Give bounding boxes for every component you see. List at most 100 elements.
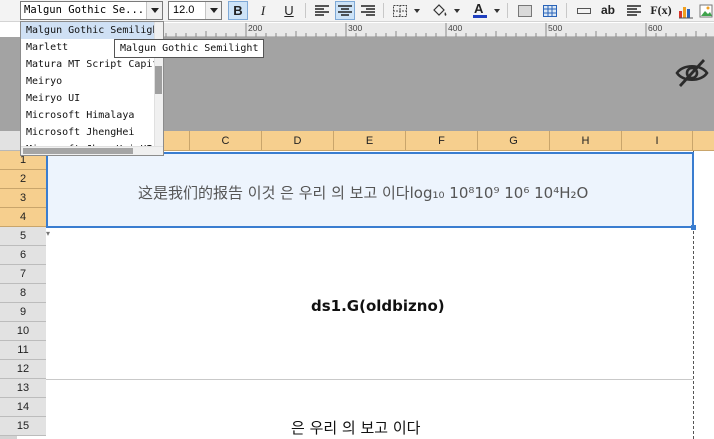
dropdown-horizontal-scrollbar[interactable] xyxy=(21,146,163,155)
font-family-value: Malgun Gothic Se... xyxy=(24,4,144,16)
bold-button[interactable]: B xyxy=(228,1,248,20)
image-button[interactable] xyxy=(698,1,714,20)
toolbar-separator xyxy=(383,3,384,18)
border-dropdown-arrow[interactable] xyxy=(414,9,420,13)
font-option[interactable]: Meiryo UI xyxy=(21,90,155,107)
bottom-cell-text[interactable]: 은 우리 의 보고 이다 xyxy=(291,417,420,438)
fill-color-icon xyxy=(433,4,447,16)
row-number: 5 xyxy=(19,230,27,242)
column-header-c[interactable]: C xyxy=(190,131,262,151)
eye-slash-icon[interactable] xyxy=(674,57,710,89)
formula-button[interactable]: F(x) xyxy=(650,1,672,20)
column-header-f[interactable]: F xyxy=(406,131,478,151)
row-number: 4 xyxy=(19,211,27,223)
title-cell[interactable]: 这是我们的报告 이것 은 우리 의 보고 이다log₁₀ 10⁸10⁹ 10⁶ … xyxy=(46,152,694,228)
column-header-i[interactable]: I xyxy=(622,131,693,151)
row-number: 11 xyxy=(17,344,29,356)
row-header[interactable]: 9 xyxy=(0,303,46,322)
toolbar-separator xyxy=(566,3,567,18)
font-size-combo[interactable]: 12.0 xyxy=(168,1,222,20)
font-color-button[interactable]: A xyxy=(470,1,490,20)
ruler-label: 600 xyxy=(648,23,663,33)
row-header[interactable]: 4 xyxy=(0,208,46,227)
border-button[interactable] xyxy=(390,1,410,20)
merge-cells-button[interactable] xyxy=(515,1,535,20)
column-header-d[interactable]: D xyxy=(262,131,334,151)
paragraph-button[interactable] xyxy=(624,1,644,20)
formula-icon: F(x) xyxy=(650,3,672,17)
row-number: 6 xyxy=(19,249,27,261)
ruler-label: 300 xyxy=(348,23,363,33)
column-header-e[interactable]: E xyxy=(334,131,406,151)
anchor-marker: ▾ xyxy=(46,229,51,238)
chart-button[interactable] xyxy=(676,1,696,20)
ruler-label: 400 xyxy=(448,23,463,33)
selection-resize-handle[interactable] xyxy=(691,225,696,230)
row-header[interactable]: 8 xyxy=(0,284,46,303)
row-header[interactable]: 7 xyxy=(0,265,46,284)
row-number: 7 xyxy=(19,268,27,280)
title-cell-text: 这是我们的报告 이것 은 우리 의 보고 이다log₁₀ 10⁸10⁹ 10⁶ … xyxy=(138,184,589,202)
row-header[interactable]: 5 xyxy=(0,227,46,246)
format-toolbar: Malgun Gothic Se... 12.0 B I U A ab F(x) xyxy=(0,0,714,22)
row-header[interactable]: 6 xyxy=(0,246,46,265)
wrap-text-button[interactable]: ab xyxy=(598,1,618,20)
align-right-icon xyxy=(361,5,375,16)
align-right-button[interactable] xyxy=(358,1,378,20)
svg-text:A: A xyxy=(474,1,484,16)
row-header[interactable]: 11 xyxy=(0,341,46,360)
grid-icon xyxy=(543,5,557,17)
dropdown-horizontal-scroll-thumb[interactable] xyxy=(23,148,133,154)
row-number: 12 xyxy=(16,363,30,375)
italic-button[interactable]: I xyxy=(253,1,273,20)
row-header[interactable]: 15 xyxy=(0,417,46,436)
font-option[interactable]: Microsoft JhengHei xyxy=(21,124,155,141)
align-center-icon xyxy=(338,5,352,16)
font-tooltip: Malgun Gothic Semilight xyxy=(114,39,265,58)
merge-icon xyxy=(518,5,532,17)
font-option[interactable]: Malgun Gothic Semilight xyxy=(21,22,155,39)
align-left-button[interactable] xyxy=(312,1,332,20)
font-option[interactable]: Matura MT Script Capitals xyxy=(21,56,155,73)
font-family-combo[interactable]: Malgun Gothic Se... xyxy=(20,1,163,20)
toolbar-separator xyxy=(305,3,306,18)
row-number: 9 xyxy=(19,306,27,318)
dropdown-vertical-scroll-thumb[interactable] xyxy=(155,66,162,94)
row-header[interactable]: 13 xyxy=(0,379,46,398)
font-size-value: 12.0 xyxy=(173,4,195,16)
font-size-dropdown-button[interactable] xyxy=(205,2,221,19)
fill-color-dropdown-arrow[interactable] xyxy=(454,9,460,13)
font-family-dropdown-button[interactable] xyxy=(146,2,162,19)
row-header[interactable]: 10 xyxy=(0,322,46,341)
report-designer: Malgun Gothic Se... 12.0 B I U A ab F(x)… xyxy=(0,0,714,439)
column-header-g[interactable]: G xyxy=(478,131,550,151)
ruler-label: 500 xyxy=(548,23,563,33)
font-option[interactable]: Microsoft Himalaya xyxy=(21,107,155,124)
column-header-h[interactable]: H xyxy=(550,131,622,151)
align-center-button[interactable] xyxy=(335,1,355,20)
row-number: 3 xyxy=(19,192,27,204)
row-number: 8 xyxy=(19,287,27,299)
row-header[interactable]: 3 xyxy=(0,189,46,208)
band-divider xyxy=(46,379,693,380)
sheet-grid[interactable]: 这是我们的报告 이것 은 우리 의 보고 이다log₁₀ 10⁸10⁹ 10⁶ … xyxy=(46,151,714,439)
image-icon xyxy=(699,4,713,18)
wrap-text-icon: ab xyxy=(600,3,615,17)
fill-color-button[interactable] xyxy=(430,1,450,20)
row-header[interactable]: 14 xyxy=(0,398,46,417)
font-color-dropdown-arrow[interactable] xyxy=(494,9,500,13)
font-option[interactable]: Meiryo xyxy=(21,73,155,90)
underline-button[interactable]: U xyxy=(279,1,299,20)
column-header-rest xyxy=(693,131,714,151)
row-number: 15 xyxy=(16,420,30,432)
row-header[interactable]: 12 xyxy=(0,360,46,379)
row-number: 2 xyxy=(19,173,27,185)
font-color-icon: A xyxy=(473,1,487,18)
row-header[interactable]: 2 xyxy=(0,170,46,189)
align-left-icon xyxy=(315,5,329,16)
row-number: 13 xyxy=(16,382,30,394)
field-cell-text[interactable]: ds1.G(oldbizno) xyxy=(311,297,445,315)
grid-button[interactable] xyxy=(540,1,560,20)
textbox-button[interactable] xyxy=(574,1,594,20)
toolbar-separator xyxy=(507,3,508,18)
